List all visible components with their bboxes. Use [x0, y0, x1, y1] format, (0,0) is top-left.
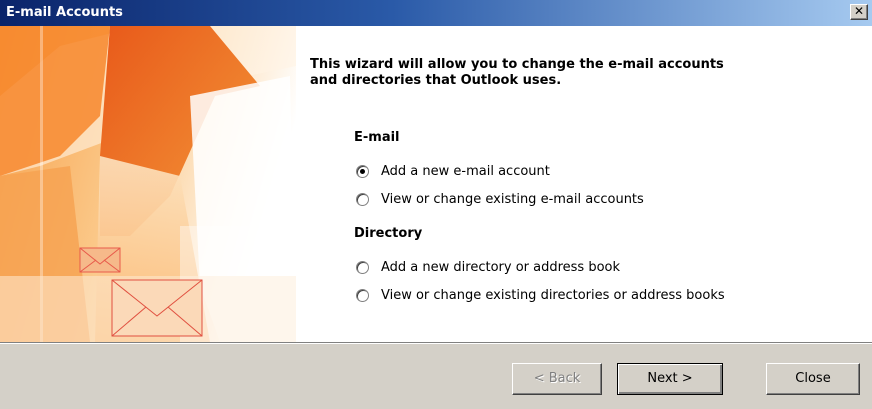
next-button[interactable]: Next > [617, 363, 723, 395]
close-button[interactable]: Close [766, 363, 860, 395]
radio-add-directory[interactable] [356, 261, 369, 274]
close-window-button[interactable]: ✕ [850, 4, 868, 20]
radio-view-directories[interactable] [356, 289, 369, 302]
title-bar[interactable]: E-mail Accounts ✕ [0, 0, 872, 26]
option-label: View or change existing directories or a… [381, 288, 725, 303]
envelope-small-icon [79, 247, 121, 273]
close-icon: ✕ [853, 4, 865, 18]
envelope-large-icon [111, 279, 203, 337]
radio-view-email-accounts[interactable] [356, 193, 369, 206]
back-button[interactable]: < Back [512, 363, 602, 395]
email-section-label: E-mail [354, 130, 400, 145]
directory-section-label: Directory [354, 226, 423, 241]
window-title: E-mail Accounts [6, 5, 123, 20]
wizard-content: This wizard will allow you to change the… [0, 26, 872, 342]
footer-separator [0, 342, 872, 344]
wizard-heading: This wizard will allow you to change the… [310, 57, 724, 88]
option-label: Add a new directory or address book [381, 260, 621, 275]
option-label: View or change existing e-mail accounts [381, 192, 644, 207]
radio-add-email-account[interactable] [356, 165, 369, 178]
option-label: Add a new e-mail account [381, 164, 550, 179]
wizard-banner-image [0, 26, 296, 342]
email-accounts-dialog: E-mail Accounts ✕ This wizard will allow… [0, 0, 872, 409]
